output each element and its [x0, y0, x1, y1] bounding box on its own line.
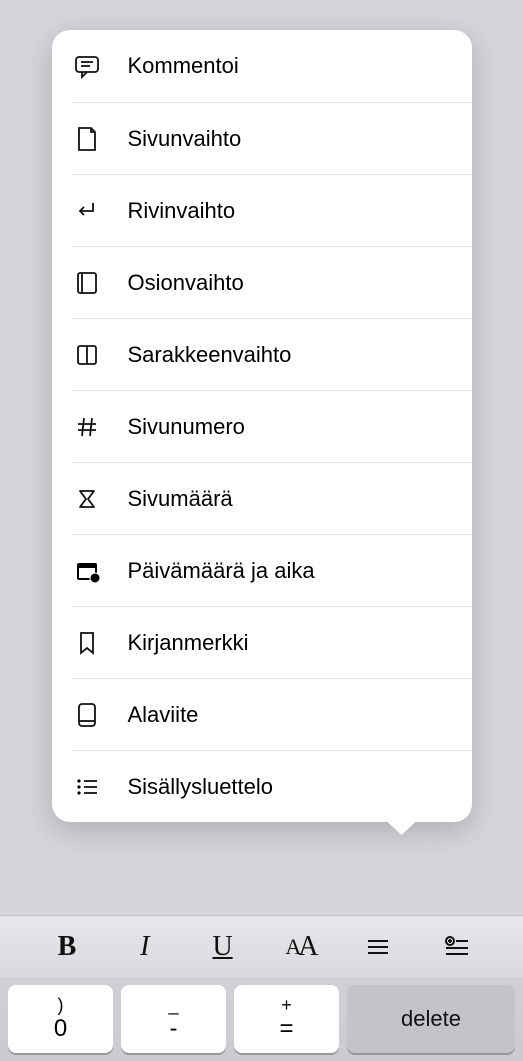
line-break-icon [72, 196, 102, 226]
menu-label: Sivunvaihto [128, 126, 242, 152]
key-equals[interactable]: + = [234, 985, 339, 1053]
menu-label: Sarakkeenvaihto [128, 342, 292, 368]
footnote-icon [72, 700, 102, 730]
menu-label: Osionvaihto [128, 270, 244, 296]
insert-button[interactable] [431, 927, 481, 967]
page-number-icon [72, 412, 102, 442]
comment-icon [72, 51, 102, 81]
font-button[interactable]: AA [275, 927, 325, 967]
menu-label: Sivumäärä [128, 486, 233, 512]
key-top: ) [58, 996, 64, 1016]
key-top: + [281, 996, 292, 1016]
menu-item-comment[interactable]: Kommentoi [52, 30, 472, 102]
align-button[interactable] [353, 927, 403, 967]
date-time-icon [72, 556, 102, 586]
menu-label: Alaviite [128, 702, 199, 728]
page-count-icon [72, 484, 102, 514]
insert-menu-popover: Kommentoi Sivunvaihto Rivinvaihto Osionv… [52, 30, 472, 822]
menu-item-section-break[interactable]: Osionvaihto [72, 246, 472, 318]
page-break-icon [72, 124, 102, 154]
menu-item-page-break[interactable]: Sivunvaihto [72, 102, 472, 174]
format-toolbar: B I U AA [0, 915, 523, 977]
menu-item-toc[interactable]: Sisällysluettelo [72, 750, 472, 822]
menu-label: Sivunumero [128, 414, 245, 440]
key-0[interactable]: ) 0 [8, 985, 113, 1053]
menu-item-date-time[interactable]: Päivämäärä ja aika [72, 534, 472, 606]
menu-item-bookmark[interactable]: Kirjanmerkki [72, 606, 472, 678]
section-break-icon [72, 268, 102, 298]
menu-label: Kommentoi [128, 53, 239, 79]
keyboard-row: ) 0 _ - + = delete [0, 977, 523, 1061]
toc-icon [72, 772, 102, 802]
bold-button[interactable]: B [42, 927, 92, 967]
key-bot: - [170, 1016, 178, 1042]
menu-item-column-break[interactable]: Sarakkeenvaihto [72, 318, 472, 390]
menu-label: Päivämäärä ja aika [128, 558, 315, 584]
menu-item-footnote[interactable]: Alaviite [72, 678, 472, 750]
column-break-icon [72, 340, 102, 370]
bookmark-icon [72, 628, 102, 658]
key-dash[interactable]: _ - [121, 985, 226, 1053]
menu-label: Kirjanmerkki [128, 630, 249, 656]
menu-item-line-break[interactable]: Rivinvaihto [72, 174, 472, 246]
menu-label: Rivinvaihto [128, 198, 236, 224]
menu-item-page-number[interactable]: Sivunumero [72, 390, 472, 462]
menu-item-page-count[interactable]: Sivumäärä [72, 462, 472, 534]
key-bot: = [279, 1016, 293, 1042]
key-bot: 0 [54, 1016, 67, 1042]
italic-button[interactable]: I [120, 927, 170, 967]
key-label: delete [401, 1007, 461, 1031]
key-top: _ [168, 996, 178, 1016]
key-delete[interactable]: delete [347, 985, 515, 1053]
underline-button[interactable]: U [198, 927, 248, 967]
menu-label: Sisällysluettelo [128, 774, 274, 800]
